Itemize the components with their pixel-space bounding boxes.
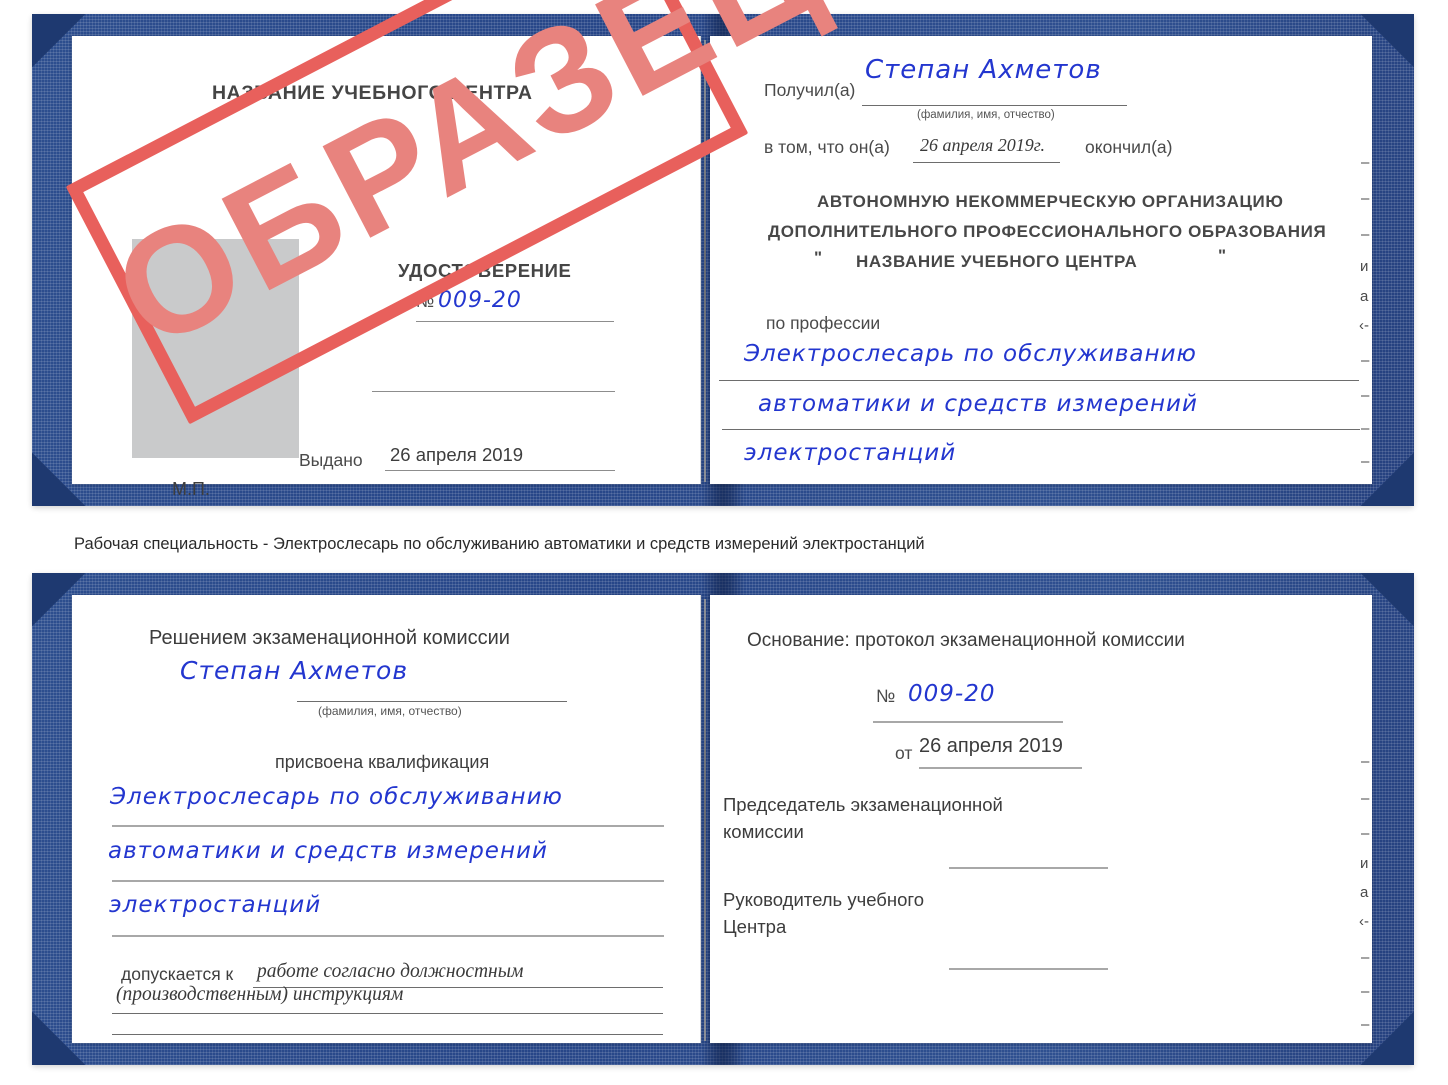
commission-decision-heading: Решением экзаменационной комиссии — [149, 627, 510, 649]
booklet-gutter-bottom — [704, 599, 706, 1041]
edge-fragment: а — [1360, 884, 1369, 901]
head-signature-rule — [949, 968, 1108, 970]
edge-fragment: – — [1361, 352, 1370, 369]
organization-line-2: ДОПОЛНИТЕЛЬНОГО ПРОФЕССИОНАЛЬНОГО ОБРАЗО… — [768, 222, 1327, 241]
received-name-value: Степан Ахметов — [865, 55, 1102, 85]
issued-date-rule — [385, 470, 615, 471]
edge-fragment: – — [1361, 825, 1370, 842]
edge-fragment: – — [1361, 453, 1370, 470]
blank-rule-middle — [372, 391, 615, 392]
in-that-date-rule — [913, 162, 1060, 163]
fio-hint-bottom: (фамилия, имя, отчество) — [318, 704, 462, 718]
issued-label: Выдано — [299, 450, 363, 470]
edge-fragment: ‹- — [1359, 317, 1369, 334]
edge-fragment: – — [1361, 226, 1370, 243]
organization-quote-close: " — [1218, 246, 1227, 265]
edge-fragment: а — [1360, 288, 1369, 305]
page-top-right: Получил(а) Степан Ахметов (фамилия, имя,… — [710, 36, 1372, 484]
holder-name-value: Степан Ахметов — [180, 656, 409, 685]
qualification-line-2: автоматики и средств измерений — [108, 838, 548, 864]
admitted-label: допускается к — [121, 964, 234, 984]
page-bottom-left: Решением экзаменационной комиссии Степан… — [72, 595, 701, 1043]
admitted-value-line-2: (производственным) инструкциям — [116, 984, 404, 1005]
page-top-left: НАЗВАНИЕ УЧЕБНОГО ЦЕНТРА УДОСТОВЕРЕНИЕ №… — [72, 36, 701, 499]
profession-label: по профессии — [766, 313, 881, 333]
qualification-rule-3 — [112, 935, 664, 937]
chairman-signature-rule — [949, 867, 1108, 869]
qualification-rule-1 — [112, 825, 664, 827]
edge-fragment: – — [1361, 949, 1370, 966]
protocol-date-label: от — [895, 743, 913, 763]
chairman-label-line-2: комиссии — [723, 821, 804, 842]
edge-fragment: – — [1361, 190, 1370, 207]
certificate-booklet-top: НАЗВАНИЕ УЧЕБНОГО ЦЕНТРА УДОСТОВЕРЕНИЕ №… — [32, 14, 1414, 506]
profession-rule-1 — [719, 380, 1359, 381]
profession-line-2: автоматики и средств измерений — [758, 391, 1198, 417]
protocol-number-symbol: № — [876, 686, 896, 706]
protocol-number-rule — [873, 721, 1063, 723]
seal-place-label: М.П. — [172, 479, 210, 499]
protocol-number-value: 009-20 — [908, 681, 996, 707]
edge-fragment: – — [1361, 790, 1370, 807]
certificate-number-value: 009-20 — [438, 288, 522, 313]
head-label-line-1: Руководитель учебного — [723, 889, 925, 910]
certificate-number-rule — [416, 321, 614, 322]
protocol-date-value: 26 апреля 2019 — [919, 735, 1063, 757]
issued-date-value: 26 апреля 2019 — [390, 444, 524, 465]
qualification-line-3: электростанций — [109, 892, 322, 918]
in-that-date-value: 26 апреля 2019г. — [920, 135, 1046, 155]
caption-specialty: Рабочая специальность - Электрослесарь п… — [74, 535, 925, 553]
profession-rule-2 — [722, 429, 1360, 430]
page-bottom-right: Основание: протокол экзаменационной коми… — [710, 595, 1372, 1043]
chairman-label-line-1: Председатель экзаменационной — [723, 794, 1003, 815]
head-label-line-2: Центра — [723, 916, 787, 937]
qualification-line-1: Электрослесарь по обслуживанию — [110, 784, 563, 810]
fio-hint-top: (фамилия, имя, отчество) — [917, 109, 1055, 121]
edge-fragment: – — [1361, 1016, 1370, 1033]
booklet-gutter-top — [704, 40, 706, 482]
organization-quote-open: " — [814, 248, 823, 267]
holder-name-rule — [297, 701, 567, 702]
organization-line-1: АВТОНОМНУЮ НЕКОММЕРЧЕСКУЮ ОРГАНИЗАЦИЮ — [817, 192, 1284, 211]
edge-fragment: – — [1361, 154, 1370, 171]
edge-fragment: и — [1360, 855, 1369, 872]
qualification-label: присвоена квалификация — [275, 752, 490, 772]
admitted-rule-3 — [112, 1034, 663, 1035]
edge-fragment: – — [1361, 983, 1370, 1000]
protocol-date-rule — [919, 767, 1082, 769]
organization-line-3: НАЗВАНИЕ УЧЕБНОГО ЦЕНТРА — [856, 252, 1138, 271]
certificate-number-symbol: № — [416, 292, 435, 311]
admitted-value-line-1: работе согласно должностным — [257, 961, 524, 982]
edge-fragment-column-bottom: – – – и а ‹- – – – — [1357, 753, 1391, 1053]
admitted-rule-2 — [112, 1013, 663, 1014]
profession-line-3: электростанций — [744, 440, 957, 466]
edge-fragment: – — [1361, 420, 1370, 437]
finished-label: окончил(а) — [1085, 137, 1173, 157]
edge-fragment: – — [1361, 387, 1370, 404]
edge-fragment: ‹- — [1359, 913, 1369, 930]
edge-fragment: и — [1360, 258, 1369, 275]
training-center-title-top-left: НАЗВАНИЕ УЧЕБНОГО ЦЕНТРА — [212, 82, 533, 104]
edge-fragment: – — [1361, 753, 1370, 770]
edge-fragment-column-top: – – – и а ‹- – – – – — [1357, 154, 1391, 474]
profession-line-1: Электрослесарь по обслуживанию — [744, 341, 1197, 367]
received-label: Получил(а) — [764, 80, 856, 100]
certificate-booklet-bottom: Решением экзаменационной комиссии Степан… — [32, 573, 1414, 1065]
in-that-label: в том, что он(а) — [764, 137, 890, 157]
received-name-rule — [862, 105, 1127, 106]
document-word-label: УДОСТОВЕРЕНИЕ — [398, 260, 572, 281]
qualification-rule-2 — [112, 880, 664, 882]
photo-placeholder — [132, 239, 299, 458]
basis-label: Основание: протокол экзаменационной коми… — [747, 630, 1185, 651]
